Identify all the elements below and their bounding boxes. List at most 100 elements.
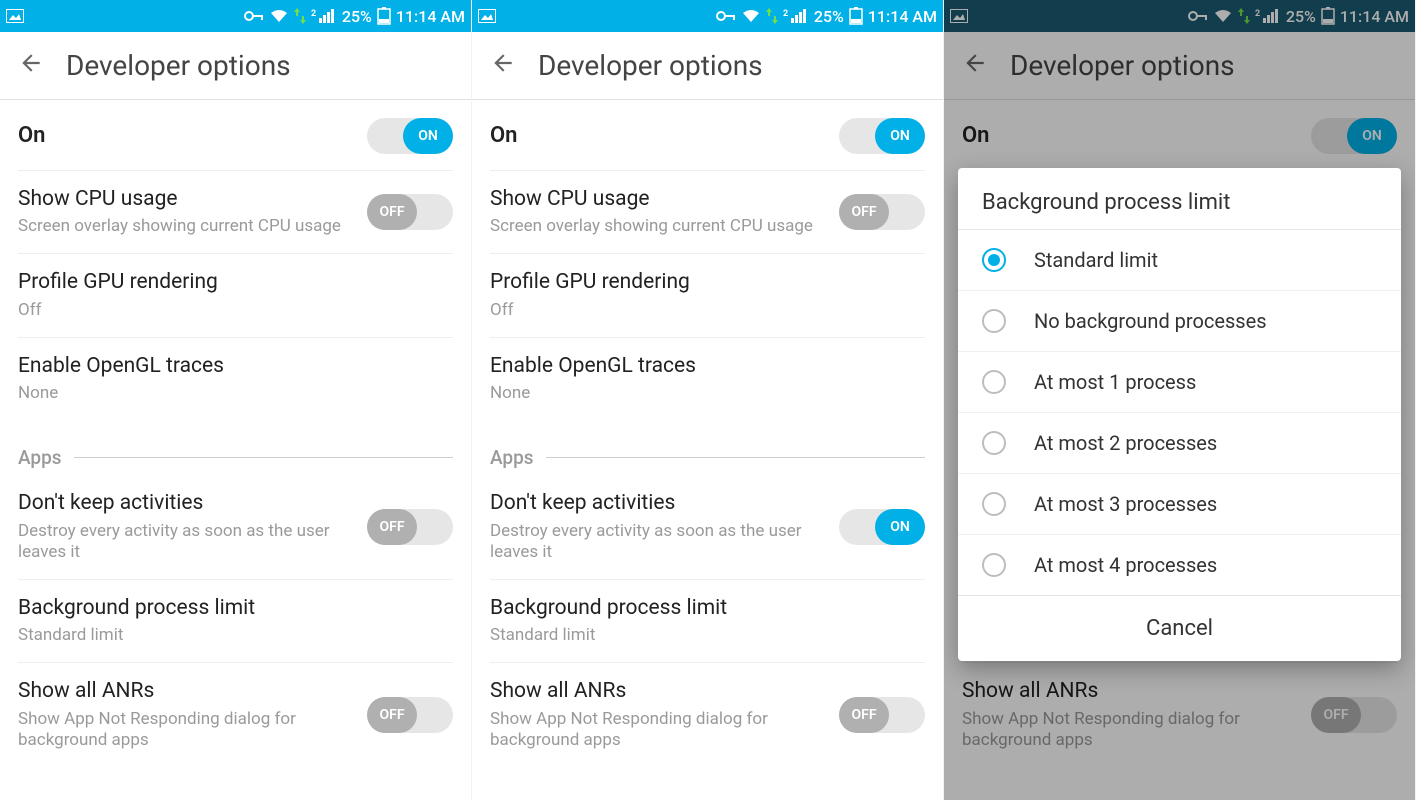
bpl-option-at-most-4[interactable]: At most 4 processes [958,535,1401,596]
status-bar: 2 25% 11:14 AM [0,0,471,32]
bpl-option-label: At most 2 processes [1034,431,1217,455]
signal-icon: 2 [311,8,337,24]
bpl-option-standard-limit[interactable]: Standard limit [958,230,1401,291]
profile-gpu-rendering-row[interactable]: Profile GPU rendering Off [18,254,453,337]
enable-opengl-sub: None [490,383,925,404]
enable-opengl-traces-row[interactable]: Enable OpenGL traces None [18,338,453,420]
clock: 11:14 AM [868,7,937,26]
dont-keep-activities-sub: Destroy every activity as soon as the us… [490,521,827,564]
bpl-option-label: Standard limit [1034,248,1158,272]
battery-pct: 25% [342,7,372,26]
bpl-option-label: At most 1 process [1034,370,1196,394]
radio-icon [982,553,1006,577]
bpl-option-label: At most 4 processes [1034,553,1217,577]
bpl-option-label: At most 3 processes [1034,492,1217,516]
battery-pct: 25% [814,7,844,26]
radio-icon [982,492,1006,516]
page-title: Developer options [538,49,763,82]
dont-keep-activities-row[interactable]: Don't keep activities Destroy every acti… [18,475,453,580]
svg-text:2: 2 [783,9,788,19]
show-all-anrs-sub: Show App Not Responding dialog for backg… [490,709,827,752]
dont-keep-activities-title: Don't keep activities [490,491,827,516]
profile-gpu-sub: Off [490,300,925,321]
show-cpu-usage-sub: Screen overlay showing current CPU usage [18,216,355,237]
vpn-key-icon [716,10,736,22]
wifi-icon [269,9,289,23]
dont-keep-activities-row[interactable]: Don't keep activities Destroy every acti… [490,475,925,580]
dont-keep-activities-title: Don't keep activities [18,491,355,516]
apps-section-header: Apps [490,420,925,475]
profile-gpu-sub: Off [18,300,453,321]
radio-icon [982,309,1006,333]
signal-icon: 2 [783,8,809,24]
show-cpu-usage-row[interactable]: Show CPU usage Screen overlay showing cu… [490,171,925,254]
battery-icon [377,7,391,25]
radio-icon [982,431,1006,455]
radio-icon [982,370,1006,394]
vpn-key-icon [244,10,264,22]
picture-icon [478,9,496,23]
clock: 11:14 AM [396,7,465,26]
profile-gpu-title: Profile GPU rendering [490,270,925,295]
screen-1: 2 25% 11:14 AM Developer options On Show… [0,0,472,800]
bpl-option-no-background[interactable]: No background processes [958,291,1401,352]
screen-3: 2 25% 11:14 AM Developer options On Show… [944,0,1416,800]
show-cpu-usage-toggle[interactable] [839,194,925,230]
show-cpu-usage-sub: Screen overlay showing current CPU usage [490,216,827,237]
master-toggle[interactable] [839,118,925,154]
enable-opengl-title: Enable OpenGL traces [18,354,453,379]
dont-keep-activities-toggle[interactable] [367,509,453,545]
profile-gpu-title: Profile GPU rendering [18,270,453,295]
dont-keep-activities-sub: Destroy every activity as soon as the us… [18,521,355,564]
bpl-title: Background process limit [490,596,925,621]
show-all-anrs-sub: Show App Not Responding dialog for backg… [18,709,355,752]
bpl-option-at-most-1[interactable]: At most 1 process [958,352,1401,413]
master-toggle[interactable] [367,118,453,154]
show-all-anrs-title: Show all ANRs [490,679,827,704]
dont-keep-activities-toggle[interactable] [839,509,925,545]
bpl-sub: Standard limit [490,625,925,646]
show-cpu-usage-toggle[interactable] [367,194,453,230]
bpl-title: Background process limit [18,596,453,621]
master-toggle-label: On [18,123,355,149]
show-cpu-usage-title: Show CPU usage [18,187,355,212]
background-process-limit-row[interactable]: Background process limit Standard limit [18,580,453,663]
show-cpu-usage-title: Show CPU usage [490,187,827,212]
show-all-anrs-toggle[interactable] [839,697,925,733]
enable-opengl-traces-row[interactable]: Enable OpenGL traces None [490,338,925,420]
show-all-anrs-toggle[interactable] [367,697,453,733]
screen-2: 2 25% 11:14 AM Developer options On Show… [472,0,944,800]
bpl-dialog-cancel-button[interactable]: Cancel [958,596,1401,661]
battery-icon [849,7,863,25]
master-toggle-label: On [490,123,827,149]
show-all-anrs-title: Show all ANRs [18,679,355,704]
background-process-limit-row[interactable]: Background process limit Standard limit [490,580,925,663]
enable-opengl-sub: None [18,383,453,404]
back-arrow-icon[interactable] [490,50,516,81]
bpl-sub: Standard limit [18,625,453,646]
bpl-dialog-title: Background process limit [958,168,1401,230]
bpl-option-label: No background processes [1034,309,1267,333]
picture-icon [6,9,24,23]
show-cpu-usage-row[interactable]: Show CPU usage Screen overlay showing cu… [18,171,453,254]
profile-gpu-rendering-row[interactable]: Profile GPU rendering Off [490,254,925,337]
show-all-anrs-row[interactable]: Show all ANRs Show App Not Responding di… [490,663,925,767]
bpl-option-at-most-3[interactable]: At most 3 processes [958,474,1401,535]
data-icon [294,8,306,24]
bpl-dialog: Background process limit Standard limit … [958,168,1401,661]
data-icon [766,8,778,24]
dev-options-master-toggle-row[interactable]: On [490,100,925,171]
bpl-option-at-most-2[interactable]: At most 2 processes [958,413,1401,474]
enable-opengl-title: Enable OpenGL traces [490,354,925,379]
back-arrow-icon[interactable] [18,50,44,81]
app-bar: Developer options [472,32,943,100]
dev-options-master-toggle-row[interactable]: On [18,100,453,171]
apps-section-header: Apps [18,420,453,475]
app-bar: Developer options [0,32,471,100]
page-title: Developer options [66,49,291,82]
show-all-anrs-row[interactable]: Show all ANRs Show App Not Responding di… [18,663,453,767]
status-bar: 2 25% 11:14 AM [472,0,943,32]
radio-icon [982,248,1006,272]
wifi-icon [741,9,761,23]
svg-text:2: 2 [311,9,316,19]
